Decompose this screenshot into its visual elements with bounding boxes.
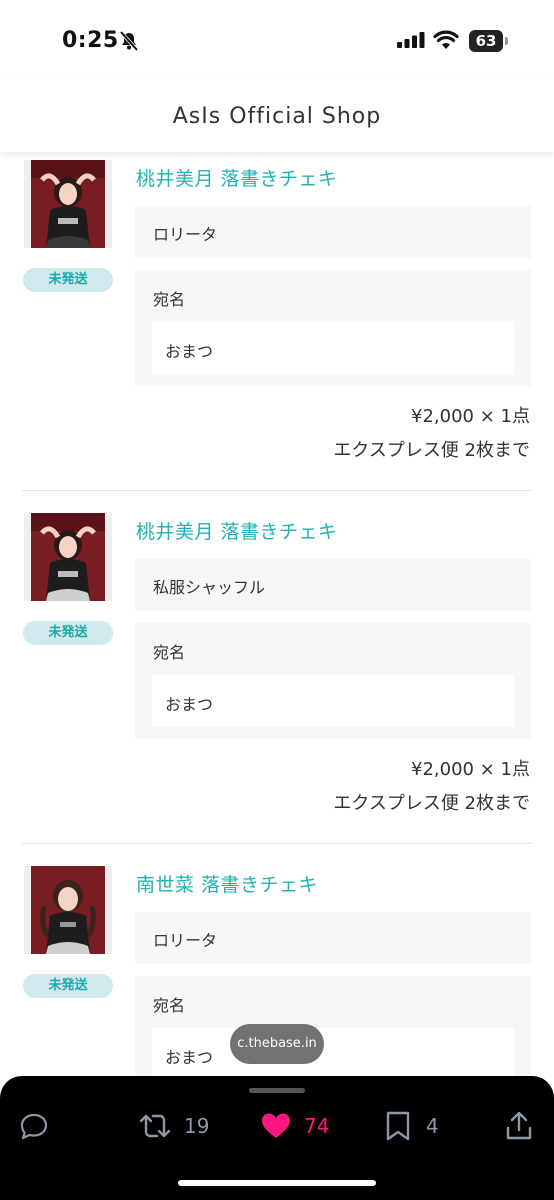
address-value: おまつ: [165, 342, 214, 361]
option-box: 私服シャッフル: [135, 559, 531, 611]
product-thumbnail[interactable]: [24, 513, 112, 601]
shipping-method: エクスプレス便 2枚まで: [333, 440, 530, 461]
bell-slash-icon: [119, 30, 139, 52]
item-name-link[interactable]: 桃井美月 落書きチェキ: [136, 517, 338, 544]
signal-icon: [397, 32, 425, 48]
retweet-button[interactable]: 19: [138, 1110, 218, 1142]
divider: [22, 843, 532, 844]
shop-title[interactable]: AsIs Official Shop: [0, 104, 554, 129]
address-box: 宛名 おまつ: [135, 976, 531, 1076]
reply-icon: [20, 1113, 48, 1140]
share-icon: [506, 1111, 532, 1140]
like-button[interactable]: 74: [260, 1110, 340, 1142]
retweet-count: 19: [184, 1114, 210, 1138]
option-box: ロリータ: [135, 912, 531, 964]
battery-level: 63: [469, 30, 503, 52]
option-value: 私服シャッフル: [153, 578, 266, 597]
option-value: ロリータ: [153, 931, 218, 950]
price-quantity: ¥2,000 × 1点: [411, 406, 530, 427]
item-name-link[interactable]: 南世菜 落書きチェキ: [136, 870, 318, 897]
wifi-icon: [433, 30, 459, 49]
item-name-link[interactable]: 桃井美月 落書きチェキ: [136, 164, 338, 191]
like-count: 74: [304, 1114, 330, 1138]
url-chip[interactable]: c.thebase.in: [230, 1024, 324, 1064]
status-time: 0:25: [62, 28, 119, 53]
status-badge: 未発送: [23, 621, 113, 645]
product-thumbnail[interactable]: [24, 866, 112, 954]
address-box: 宛名 おまつ: [135, 623, 531, 739]
shipping-method: エクスプレス便 2枚まで: [333, 793, 530, 814]
bookmark-button[interactable]: 4: [384, 1110, 444, 1142]
product-photo: [24, 160, 112, 248]
reply-button[interactable]: [18, 1110, 50, 1142]
shop-header: AsIs Official Shop: [0, 80, 554, 152]
retweet-icon: [139, 1114, 171, 1138]
battery-icon: 63: [469, 30, 509, 52]
battery-tip: [505, 37, 508, 45]
option-box: ロリータ: [135, 206, 531, 258]
address-field: おまつ: [152, 322, 514, 374]
sheet-grabber[interactable]: [249, 1088, 305, 1093]
address-value: おまつ: [165, 1048, 214, 1067]
order-item: 未発送 桃井美月 落書きチェキ ロリータ 宛名 おまつ ¥2,000 × 1点 …: [0, 152, 554, 504]
bookmark-icon: [386, 1111, 410, 1141]
status-badge: 未発送: [23, 974, 113, 998]
product-thumbnail[interactable]: [24, 160, 112, 248]
status-bar: 0:25 63: [0, 0, 554, 80]
option-value: ロリータ: [153, 225, 218, 244]
address-field: おまつ: [152, 675, 514, 727]
product-photo: [24, 866, 112, 954]
address-label: 宛名: [153, 290, 186, 309]
order-list: 未発送 桃井美月 落書きチェキ ロリータ 宛名 おまつ ¥2,000 × 1点 …: [0, 152, 554, 1076]
order-item: 未発送 桃井美月 落書きチェキ 私服シャッフル 宛名 おまつ ¥2,000 × …: [0, 505, 554, 857]
address-label: 宛名: [153, 996, 186, 1015]
status-badge: 未発送: [23, 268, 113, 292]
divider: [22, 490, 532, 491]
address-field: おまつ: [152, 1028, 514, 1076]
address-value: おまつ: [165, 695, 214, 714]
address-box: 宛名 おまつ: [135, 270, 531, 386]
bookmark-count: 4: [426, 1114, 439, 1138]
share-button[interactable]: [504, 1110, 534, 1142]
product-photo: [24, 513, 112, 601]
heart-icon: [262, 1113, 290, 1138]
price-quantity: ¥2,000 × 1点: [411, 759, 530, 780]
home-indicator: [178, 1180, 376, 1186]
address-label: 宛名: [153, 643, 186, 662]
